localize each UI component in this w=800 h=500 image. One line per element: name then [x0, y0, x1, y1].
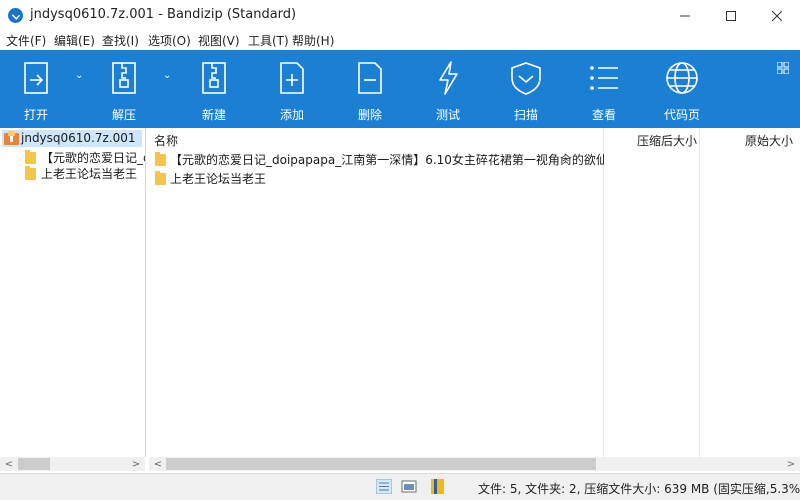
open-label: 打开: [23, 108, 48, 122]
details-view-icon[interactable]: [376, 479, 392, 494]
scan-button[interactable]: 扫描: [496, 50, 556, 128]
folder-icon: [25, 150, 36, 164]
codepage-label: 代码页: [663, 108, 700, 122]
column-divider: [699, 128, 700, 457]
maximize-icon: [726, 10, 736, 21]
open-button[interactable]: 打开: [6, 50, 66, 128]
scroll-left-icon[interactable]: <: [2, 457, 16, 471]
folder-icon: [155, 171, 166, 185]
folder-tree-pane: jndysq0610.7z.001 【元歌的恋爱日记_doipapapa_江南第…: [0, 128, 146, 457]
minimize-button[interactable]: [662, 0, 708, 31]
tree-item-label: 【元歌的恋爱日记_doipapapa_江南第一深情】6.10女主碎花裙第一视角肏…: [41, 151, 145, 165]
minimize-icon: [680, 15, 690, 16]
sort-ascending-icon: ⌃: [371, 125, 379, 135]
open-icon: [24, 62, 48, 94]
open-dropdown-chevron-icon[interactable]: ⌄: [75, 70, 83, 81]
new-archive-button[interactable]: 新建: [184, 50, 244, 128]
view-label: 查看: [591, 108, 616, 122]
tree-horizontal-scrollbar[interactable]: < >: [0, 457, 145, 471]
new-archive-icon: [202, 62, 226, 94]
extract-zip-icon: [112, 62, 136, 94]
add-label: 添加: [279, 108, 304, 122]
file-list-pane: ⌃ 名称 压缩后大小 原始大小 【元歌的恋爱日记_doipapapa_江南第一深…: [149, 125, 800, 457]
globe-icon: [666, 62, 698, 94]
list-view-icon: [590, 66, 618, 90]
archive-icon: [4, 131, 19, 145]
scroll-left-icon[interactable]: <: [151, 457, 165, 471]
shield-icon: [511, 62, 541, 95]
layout-grid-icon[interactable]: [777, 62, 789, 74]
close-button[interactable]: [754, 0, 800, 31]
extract-dropdown-chevron-icon[interactable]: ⌄: [163, 70, 171, 81]
tree-item-folder[interactable]: 上老王论坛当老王: [22, 165, 145, 181]
folder-icon: [25, 166, 36, 180]
delete-file-icon: [358, 62, 382, 94]
title-bar: jndysq0610.7z.001 - Bandizip (Standard): [0, 0, 800, 31]
close-icon: [771, 10, 783, 21]
list-item-name: 上老王论坛当老王: [170, 172, 267, 186]
status-summary: 文件: 5, 文件夹: 2, 压缩文件大小: 639 MB (固实压缩,5.3%…: [478, 482, 800, 496]
extract-button[interactable]: 解压: [94, 50, 154, 128]
list-item-name: 【元歌的恋爱日记_doipapapa_江南第一深情】6.10女主碎花裙第一视角肏…: [170, 153, 604, 167]
test-label: 测试: [435, 108, 460, 122]
tree-root-archive[interactable]: jndysq0610.7z.001: [2, 130, 142, 147]
tree-item-label: 上老王论坛当老王: [41, 167, 138, 181]
add-button[interactable]: 添加: [262, 50, 322, 128]
menu-options[interactable]: 选项(O): [148, 32, 191, 49]
add-file-icon: [280, 62, 304, 94]
menu-view[interactable]: 视图(V): [198, 32, 240, 49]
list-item[interactable]: 上老王论坛当老王: [149, 169, 604, 187]
extract-label: 解压: [111, 108, 136, 122]
scrollbar-thumb[interactable]: [18, 458, 50, 470]
list-horizontal-scrollbar[interactable]: < >: [149, 457, 800, 471]
view-button[interactable]: 查看: [574, 50, 634, 128]
delete-button[interactable]: 删除: [340, 50, 400, 128]
scroll-right-icon[interactable]: >: [784, 457, 798, 471]
tree-item-folder[interactable]: 【元歌的恋爱日记_doipapapa_江南第一深情】6.10女主碎花裙第一视角肏…: [22, 149, 145, 165]
codepage-button[interactable]: 代码页: [652, 50, 712, 128]
scrollbar-thumb[interactable]: [166, 458, 596, 470]
menu-bar: 文件(F) 编辑(E) 查找(I) 选项(O) 视图(V) 工具(T) 帮助(H…: [0, 31, 800, 50]
menu-file[interactable]: 文件(F): [6, 32, 46, 49]
lightning-icon: [439, 61, 458, 95]
menu-tools[interactable]: 工具(T): [248, 32, 289, 49]
scan-label: 扫描: [513, 108, 538, 122]
preview-view-icon[interactable]: [401, 479, 417, 494]
new-label: 新建: [201, 108, 226, 122]
window-title: jndysq0610.7z.001 - Bandizip (Standard): [30, 7, 297, 22]
list-item[interactable]: 【元歌的恋爱日记_doipapapa_江南第一深情】6.10女主碎花裙第一视角肏…: [149, 150, 604, 168]
status-bar: 文件: 5, 文件夹: 2, 压缩文件大小: 639 MB (固实压缩,5.3%…: [0, 473, 800, 500]
bandizip-app-icon: [8, 8, 23, 23]
archive-info-icon[interactable]: [430, 479, 446, 494]
menu-help[interactable]: 帮助(H): [292, 32, 334, 49]
scroll-right-icon[interactable]: >: [129, 457, 143, 471]
delete-label: 删除: [357, 108, 382, 122]
column-header-original-size[interactable]: 原始大小: [745, 132, 793, 153]
column-header-packed-size[interactable]: 压缩后大小: [637, 132, 697, 153]
menu-find[interactable]: 查找(I): [102, 32, 139, 49]
test-button[interactable]: 测试: [418, 50, 478, 128]
folder-icon: [155, 152, 166, 166]
maximize-button[interactable]: [708, 0, 754, 31]
menu-edit[interactable]: 编辑(E): [54, 32, 95, 49]
toolbar: 打开 ⌄ 解压 ⌄ 新建 添加 删除 测试 扫描 查看 代码页: [0, 50, 800, 128]
tree-root-label: jndysq0610.7z.001: [21, 131, 136, 145]
